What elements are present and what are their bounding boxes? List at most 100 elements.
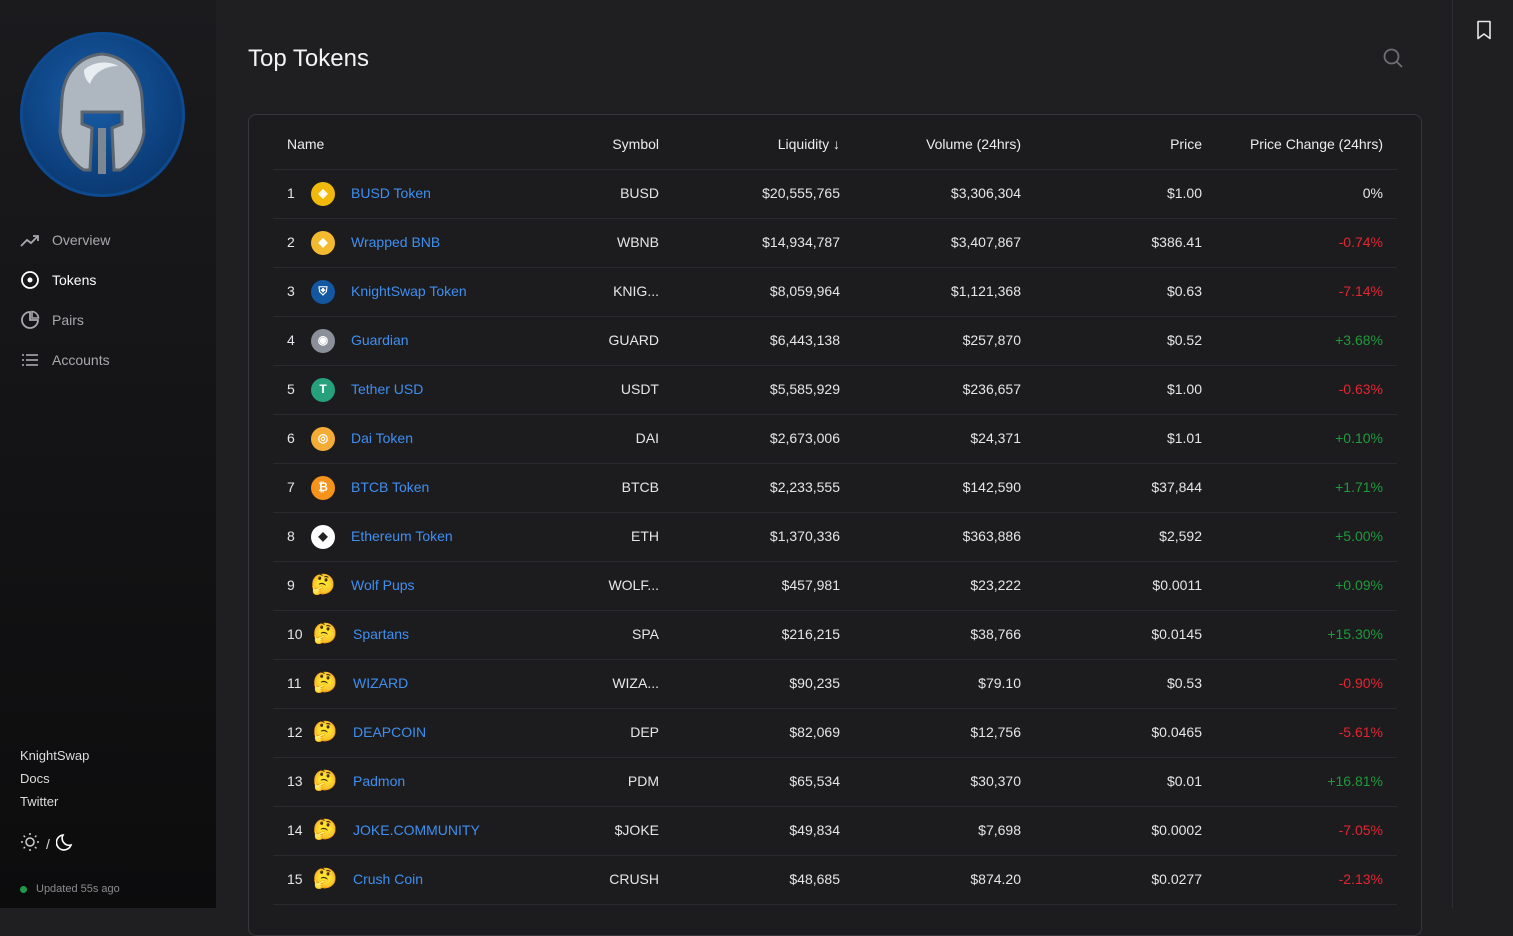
table-row[interactable]: 12 🤔 DEAPCOIN DEP $82,069 $12,756 $0.0465 -5.61… bbox=[273, 708, 1397, 758]
token-name-link[interactable]: Tether USD bbox=[351, 365, 423, 414]
header-volume[interactable]: Volume (24hrs) bbox=[873, 120, 1021, 169]
token-name-link[interactable]: KnightSwap Token bbox=[351, 267, 467, 316]
sidebar-item-pairs[interactable]: Pairs bbox=[20, 308, 210, 332]
token-liquidity: $20,555,765 bbox=[762, 185, 840, 201]
table-row[interactable]: 1 ◈ BUSD Token BUSD $20,555,765 $3,306,304 $1.… bbox=[273, 169, 1397, 219]
busd-token-icon: ◈ bbox=[311, 181, 335, 206]
token-name-link[interactable]: Guardian bbox=[351, 316, 409, 365]
token-cell: 🤔 Spartans bbox=[313, 610, 410, 659]
knightswap-link[interactable]: KnightSwap bbox=[20, 747, 89, 770]
token-name-link[interactable]: Wolf Pups bbox=[351, 561, 415, 610]
table-row[interactable]: 13 🤔 Padmon PDM $65,534 $30,370 $0.01 +16.81% bbox=[273, 757, 1397, 807]
token-name-link[interactable]: BUSD Token bbox=[351, 169, 431, 218]
token-symbol: CRUSH bbox=[609, 871, 659, 887]
moon-icon[interactable] bbox=[55, 832, 76, 855]
token-liquidity: $82,069 bbox=[789, 724, 840, 740]
table-row[interactable]: 7 ₿ BTCB Token BTCB $2,233,555 $142,590 $37,84… bbox=[273, 463, 1397, 513]
token-symbol: BUSD bbox=[620, 185, 659, 201]
token-name-link[interactable]: WIZARD bbox=[353, 659, 408, 708]
knightswap-logo[interactable] bbox=[20, 32, 185, 197]
token-rank: 12 bbox=[287, 724, 303, 740]
token-name-link[interactable]: DEAPCOIN bbox=[353, 708, 426, 757]
token-volume: $23,222 bbox=[970, 577, 1021, 593]
token-liquidity: $457,981 bbox=[781, 577, 840, 593]
table-row[interactable]: 6 ◎ Dai Token DAI $2,673,006 $24,371 $1.01 +0.1… bbox=[273, 414, 1397, 464]
sidebar: Overview Tokens Pairs Accounts KnightSwa… bbox=[0, 0, 216, 908]
table-row[interactable]: 10 🤔 Spartans SPA $216,215 $38,766 $0.0145 +15.… bbox=[273, 610, 1397, 660]
token-price: $0.52 bbox=[1166, 332, 1202, 348]
sidebar-item-label: Tokens bbox=[52, 272, 97, 288]
token-name-link[interactable]: Spartans bbox=[353, 610, 409, 659]
token-name-link[interactable]: Padmon bbox=[353, 757, 405, 806]
table-row[interactable]: 5 T Tether USD USDT $5,585,929 $236,657 $1.00 -… bbox=[273, 365, 1397, 415]
tokens-table: Name Symbol Liquidity ↓ Volume (24hrs) P… bbox=[248, 114, 1422, 936]
theme-toggle: / bbox=[20, 832, 76, 855]
token-symbol: WIZA... bbox=[612, 675, 659, 691]
table-row[interactable]: 14 🤔 JOKE.COMMUNITY $JOKE $49,834 $7,698 $0.00… bbox=[273, 806, 1397, 856]
token-price-change: -7.14% bbox=[1338, 283, 1383, 299]
thinking-token-icon: 🤔 bbox=[312, 770, 338, 792]
pie-chart-icon bbox=[20, 310, 40, 330]
token-symbol: WBNB bbox=[617, 234, 659, 250]
token-symbol: DEP bbox=[630, 724, 659, 740]
token-price-change: -0.63% bbox=[1338, 381, 1383, 397]
token-volume: $38,766 bbox=[970, 626, 1021, 642]
sun-icon[interactable] bbox=[20, 832, 40, 855]
table-row[interactable]: 15 🤔 Crush Coin CRUSH $48,685 $874.20 $0.0277 -… bbox=[273, 855, 1397, 905]
token-rank: 8 bbox=[287, 528, 295, 544]
token-price-change: -5.61% bbox=[1338, 724, 1383, 740]
header-liquidity[interactable]: Liquidity ↓ bbox=[693, 120, 840, 169]
table-row[interactable]: 11 🤔 WIZARD WIZA... $90,235 $79.10 $0.53 -0.90% bbox=[273, 659, 1397, 709]
token-rank: 15 bbox=[287, 871, 303, 887]
token-volume: $30,370 bbox=[970, 773, 1021, 789]
token-price-change: +1.71% bbox=[1335, 479, 1383, 495]
token-liquidity: $49,834 bbox=[789, 822, 840, 838]
token-rank: 3 bbox=[287, 283, 295, 299]
token-name-link[interactable]: Ethereum Token bbox=[351, 512, 453, 561]
sidebar-item-label: Pairs bbox=[52, 312, 84, 328]
token-name-link[interactable]: Crush Coin bbox=[353, 855, 423, 904]
token-rank: 5 bbox=[287, 381, 295, 397]
header-name[interactable]: Name bbox=[287, 120, 324, 169]
list-icon bbox=[20, 350, 40, 370]
token-liquidity: $2,233,555 bbox=[769, 479, 840, 495]
bnb-token-icon: ◆ bbox=[311, 230, 335, 255]
table-row[interactable]: 8 ◆ Ethereum Token ETH $1,370,336 $363,886 $2,… bbox=[273, 512, 1397, 562]
token-price: $0.01 bbox=[1166, 773, 1202, 789]
status-dot bbox=[20, 885, 27, 893]
bookmark-icon[interactable] bbox=[1475, 20, 1493, 45]
token-cell: ⛨ KnightSwap Token bbox=[311, 267, 467, 316]
knight-helmet-icon bbox=[58, 52, 146, 174]
token-name-link[interactable]: Dai Token bbox=[351, 414, 413, 463]
header-symbol[interactable]: Symbol bbox=[543, 120, 659, 169]
token-name-link[interactable]: Wrapped BNB bbox=[351, 218, 440, 267]
trending-up-icon bbox=[20, 230, 40, 250]
thinking-token-icon: 🤔 bbox=[312, 672, 338, 694]
sidebar-item-overview[interactable]: Overview bbox=[20, 228, 210, 252]
sidebar-item-tokens[interactable]: Tokens bbox=[20, 268, 210, 292]
token-name-link[interactable]: JOKE.COMMUNITY bbox=[353, 806, 480, 855]
token-liquidity: $5,585,929 bbox=[769, 381, 840, 397]
sidebar-item-label: Accounts bbox=[52, 352, 110, 368]
thinking-token-icon: 🤔 bbox=[310, 574, 336, 596]
twitter-link[interactable]: Twitter bbox=[20, 793, 89, 816]
thinking-token-icon: 🤔 bbox=[312, 819, 338, 841]
token-cell: ◎ Dai Token bbox=[311, 414, 413, 463]
docs-link[interactable]: Docs bbox=[20, 770, 89, 793]
table-row[interactable]: 4 ◉ Guardian GUARD $6,443,138 $257,870 $0.52 +3… bbox=[273, 316, 1397, 366]
table-row[interactable]: 9 🤔 Wolf Pups WOLF... $457,981 $23,222 $0.0011… bbox=[273, 561, 1397, 611]
token-price: $0.0002 bbox=[1151, 822, 1202, 838]
table-row[interactable]: 3 ⛨ KnightSwap Token KNIG... $8,059,964 $1,12… bbox=[273, 267, 1397, 317]
token-liquidity: $90,235 bbox=[789, 675, 840, 691]
sidebar-item-accounts[interactable]: Accounts bbox=[20, 348, 210, 372]
right-panel bbox=[1452, 0, 1513, 908]
token-price: $0.63 bbox=[1166, 283, 1202, 299]
header-price[interactable]: Price bbox=[1053, 120, 1202, 169]
token-price-change: -7.05% bbox=[1338, 822, 1383, 838]
token-symbol: DAI bbox=[635, 430, 659, 446]
header-price-change[interactable]: Price Change (24hrs) bbox=[1233, 120, 1383, 169]
token-rank: 14 bbox=[287, 822, 303, 838]
search-icon[interactable] bbox=[1382, 47, 1404, 74]
token-name-link[interactable]: BTCB Token bbox=[351, 463, 429, 512]
table-row[interactable]: 2 ◆ Wrapped BNB WBNB $14,934,787 $3,407,867 $3… bbox=[273, 218, 1397, 268]
